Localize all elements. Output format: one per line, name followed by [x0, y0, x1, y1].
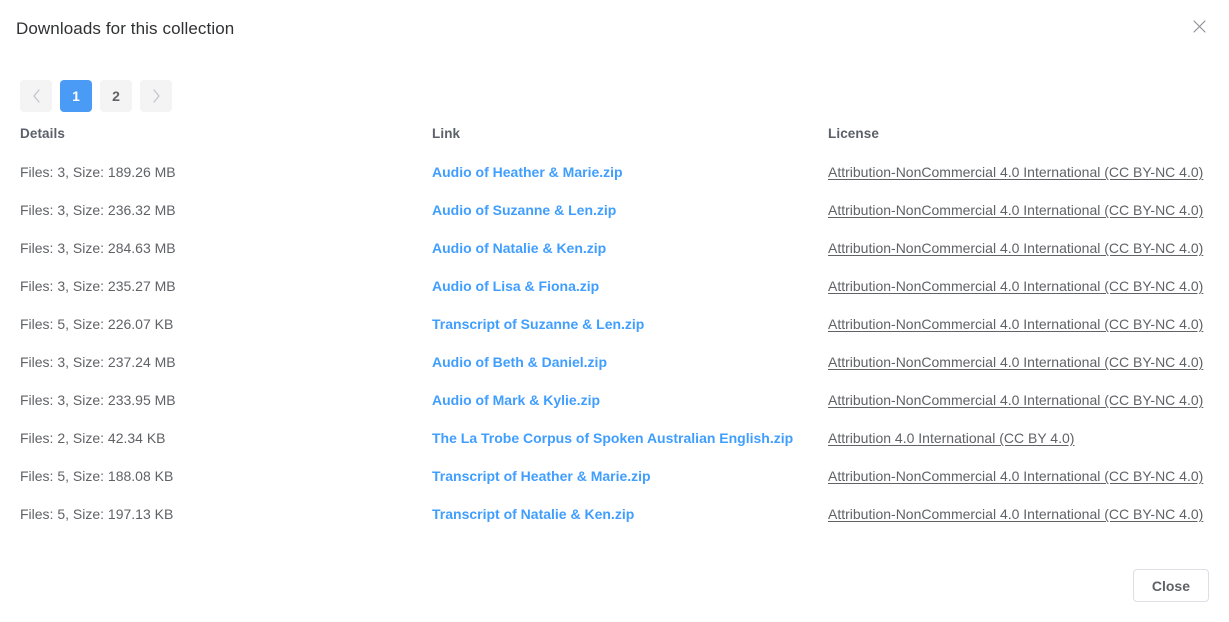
- license-link[interactable]: Attribution-NonCommercial 4.0 Internatio…: [828, 278, 1203, 294]
- license-link[interactable]: Attribution 4.0 International (CC BY 4.0…: [828, 430, 1074, 446]
- close-icon[interactable]: [1189, 16, 1209, 36]
- table-row: Files: 3, Size: 237.24 MB Audio of Beth …: [16, 343, 1225, 381]
- pagination-prev-button[interactable]: [20, 80, 52, 112]
- cell-details: Files: 3, Size: 284.63 MB: [20, 240, 176, 256]
- column-header-details: Details: [20, 126, 65, 141]
- pagination-next-button[interactable]: [140, 80, 172, 112]
- close-button[interactable]: Close: [1132, 569, 1209, 602]
- download-link[interactable]: Audio of Mark & Kylie.zip: [432, 392, 600, 408]
- table-header: Details Link License: [16, 126, 1225, 153]
- cell-license: Attribution-NonCommercial 4.0 Internatio…: [824, 457, 1225, 495]
- cell-link: Transcript of Suzanne & Len.zip: [428, 305, 824, 343]
- cell-license: Attribution 4.0 International (CC BY 4.0…: [824, 419, 1225, 457]
- table-body: Files: 3, Size: 189.26 MB Audio of Heath…: [16, 153, 1225, 533]
- download-link[interactable]: Audio of Natalie & Ken.zip: [432, 240, 606, 256]
- download-link[interactable]: Audio of Heather & Marie.zip: [432, 164, 623, 180]
- chevron-right-icon: [152, 89, 161, 103]
- cell-link: Audio of Natalie & Ken.zip: [428, 229, 824, 267]
- cell-details: Files: 3, Size: 189.26 MB: [20, 164, 176, 180]
- license-link[interactable]: Attribution-NonCommercial 4.0 Internatio…: [828, 202, 1203, 218]
- download-link[interactable]: Transcript of Suzanne & Len.zip: [432, 316, 644, 332]
- license-link[interactable]: Attribution-NonCommercial 4.0 Internatio…: [828, 240, 1203, 256]
- cell-details: Files: 3, Size: 237.24 MB: [20, 354, 176, 370]
- cell-license: Attribution-NonCommercial 4.0 Internatio…: [824, 305, 1225, 343]
- dialog-header: Downloads for this collection: [0, 0, 1229, 52]
- column-header-link: Link: [432, 126, 461, 141]
- cell-details: Files: 2, Size: 42.34 KB: [20, 430, 166, 446]
- cell-details: Files: 3, Size: 235.27 MB: [20, 278, 176, 294]
- pagination-page-2[interactable]: 2: [100, 80, 132, 112]
- download-link[interactable]: Transcript of Heather & Marie.zip: [432, 468, 651, 484]
- download-link[interactable]: The La Trobe Corpus of Spoken Australian…: [432, 430, 793, 446]
- download-link[interactable]: Audio of Lisa & Fiona.zip: [432, 278, 599, 294]
- chevron-left-icon: [32, 89, 41, 103]
- download-link[interactable]: Audio of Beth & Daniel.zip: [432, 354, 607, 370]
- cell-license: Attribution-NonCommercial 4.0 Internatio…: [824, 153, 1225, 191]
- cell-details: Files: 3, Size: 233.95 MB: [20, 392, 176, 408]
- table-row: Files: 3, Size: 284.63 MB Audio of Natal…: [16, 229, 1225, 267]
- license-link[interactable]: Attribution-NonCommercial 4.0 Internatio…: [828, 354, 1203, 370]
- cell-link: Audio of Heather & Marie.zip: [428, 153, 824, 191]
- license-link[interactable]: Attribution-NonCommercial 4.0 Internatio…: [828, 468, 1203, 484]
- table-row: Files: 3, Size: 235.27 MB Audio of Lisa …: [16, 267, 1225, 305]
- cell-license: Attribution-NonCommercial 4.0 Internatio…: [824, 381, 1225, 419]
- cell-link: Audio of Lisa & Fiona.zip: [428, 267, 824, 305]
- cell-license: Attribution-NonCommercial 4.0 Internatio…: [824, 343, 1225, 381]
- table-row: Files: 3, Size: 233.95 MB Audio of Mark …: [16, 381, 1225, 419]
- license-link[interactable]: Attribution-NonCommercial 4.0 Internatio…: [828, 316, 1203, 332]
- downloads-table: Details Link License Files: 3, Size: 189…: [16, 126, 1225, 533]
- download-link[interactable]: Audio of Suzanne & Len.zip: [432, 202, 616, 218]
- cell-link: The La Trobe Corpus of Spoken Australian…: [428, 419, 824, 457]
- cell-details: Files: 5, Size: 226.07 KB: [20, 316, 174, 332]
- table-header-row: Details Link License: [16, 126, 1225, 153]
- pagination: 1 2: [20, 80, 1209, 112]
- cell-link: Transcript of Heather & Marie.zip: [428, 457, 824, 495]
- cell-license: Attribution-NonCommercial 4.0 Internatio…: [824, 495, 1225, 533]
- download-link[interactable]: Transcript of Natalie & Ken.zip: [432, 506, 634, 522]
- downloads-dialog: Downloads for this collection 1 2 Detail…: [0, 0, 1229, 622]
- table-row: Files: 5, Size: 226.07 KB Transcript of …: [16, 305, 1225, 343]
- license-link[interactable]: Attribution-NonCommercial 4.0 Internatio…: [828, 164, 1203, 180]
- table-row: Files: 3, Size: 236.32 MB Audio of Suzan…: [16, 191, 1225, 229]
- cell-details: Files: 3, Size: 236.32 MB: [20, 202, 176, 218]
- dialog-footer: Close: [0, 569, 1229, 622]
- table-row: Files: 3, Size: 189.26 MB Audio of Heath…: [16, 153, 1225, 191]
- page-title: Downloads for this collection: [16, 19, 235, 38]
- cell-details: Files: 5, Size: 188.08 KB: [20, 468, 174, 484]
- cell-license: Attribution-NonCommercial 4.0 Internatio…: [824, 267, 1225, 305]
- cell-link: Audio of Suzanne & Len.zip: [428, 191, 824, 229]
- dialog-body: 1 2 Details Link License Files: 3, Size:…: [0, 52, 1229, 569]
- table-row: Files: 5, Size: 188.08 KB Transcript of …: [16, 457, 1225, 495]
- table-row: Files: 5, Size: 197.13 KB Transcript of …: [16, 495, 1225, 533]
- column-header-license: License: [828, 126, 879, 141]
- license-link[interactable]: Attribution-NonCommercial 4.0 Internatio…: [828, 506, 1203, 522]
- cell-link: Transcript of Natalie & Ken.zip: [428, 495, 824, 533]
- cell-details: Files: 5, Size: 197.13 KB: [20, 506, 174, 522]
- pagination-page-1[interactable]: 1: [60, 80, 92, 112]
- cell-license: Attribution-NonCommercial 4.0 Internatio…: [824, 229, 1225, 267]
- license-link[interactable]: Attribution-NonCommercial 4.0 Internatio…: [828, 392, 1203, 408]
- cell-link: Audio of Beth & Daniel.zip: [428, 343, 824, 381]
- table-row: Files: 2, Size: 42.34 KB The La Trobe Co…: [16, 419, 1225, 457]
- cell-link: Audio of Mark & Kylie.zip: [428, 381, 824, 419]
- cell-license: Attribution-NonCommercial 4.0 Internatio…: [824, 191, 1225, 229]
